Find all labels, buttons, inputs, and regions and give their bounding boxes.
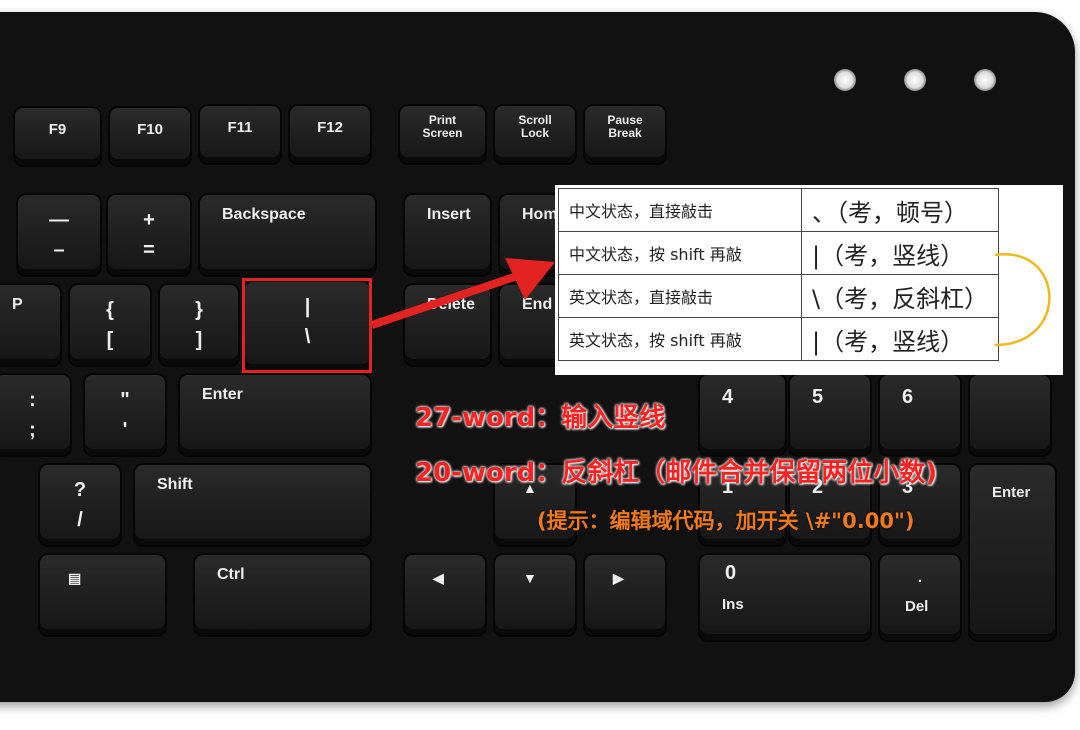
annotation-hint: (提示：编辑域代码，加开关 \#"0.00") xyxy=(537,509,915,533)
red-arrow xyxy=(370,271,522,329)
table-row: 英文状态，直接敲击 \（考，反斜杠） xyxy=(558,274,1000,318)
state-cell: 英文状态，按 shift 再敲 xyxy=(558,317,802,361)
table-row: 中文状态，直接敲击 、（考，顿号） xyxy=(558,188,1000,232)
state-cell: 中文状态，按 shift 再敲 xyxy=(558,231,802,275)
state-cell: 中文状态，直接敲击 xyxy=(558,188,802,232)
key-behavior-table: 中文状态，直接敲击 、（考，顿号） 中文状态，按 shift 再敲 |（考，竖线） … xyxy=(555,185,1063,375)
result-cell: |（考，竖线） xyxy=(800,231,1000,275)
result-cell: |（考，竖线） xyxy=(800,317,1000,361)
annotation-line-2: 20-word：反斜杠（邮件合并保留两位小数) xyxy=(415,458,938,488)
result-cell: \（考，反斜杠） xyxy=(800,274,1000,318)
state-cell: 英文状态，直接敲击 xyxy=(558,274,802,318)
annotation-line-1: 27-word：输入竖线 xyxy=(415,403,666,433)
table-row: 英文状态，按 shift 再敲 |（考，竖线） xyxy=(558,317,1000,361)
table-row: 中文状态，按 shift 再敲 |（考，竖线） xyxy=(558,231,1000,275)
bracket-connector xyxy=(995,253,1051,347)
result-cell: 、（考，顿号） xyxy=(800,188,1000,232)
